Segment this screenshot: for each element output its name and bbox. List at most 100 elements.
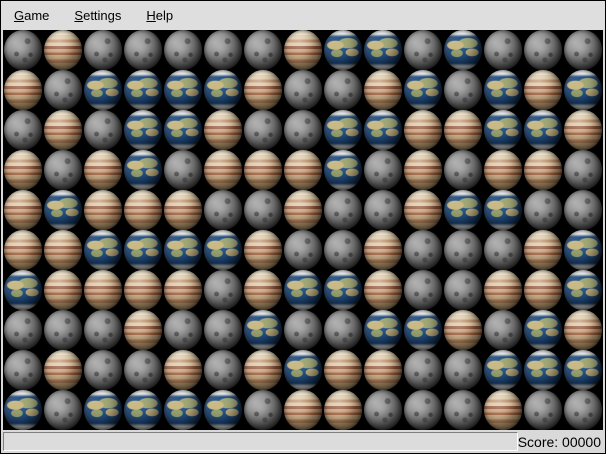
- ball-earth[interactable]: [123, 150, 163, 190]
- ball-jupiter[interactable]: [523, 70, 563, 110]
- ball-moon[interactable]: [443, 70, 483, 110]
- ball-moon[interactable]: [563, 190, 603, 230]
- ball-earth[interactable]: [483, 350, 523, 390]
- ball-earth[interactable]: [483, 190, 523, 230]
- ball-moon[interactable]: [3, 310, 43, 350]
- ball-jupiter[interactable]: [203, 150, 243, 190]
- ball-moon[interactable]: [83, 110, 123, 150]
- ball-earth[interactable]: [523, 110, 563, 150]
- ball-moon[interactable]: [363, 190, 403, 230]
- ball-moon[interactable]: [43, 150, 83, 190]
- ball-jupiter[interactable]: [43, 350, 83, 390]
- menu-game[interactable]: Game: [11, 6, 52, 25]
- ball-moon[interactable]: [3, 110, 43, 150]
- ball-earth[interactable]: [523, 350, 563, 390]
- ball-jupiter[interactable]: [403, 150, 443, 190]
- ball-jupiter[interactable]: [483, 390, 523, 430]
- ball-moon[interactable]: [43, 70, 83, 110]
- ball-moon[interactable]: [203, 270, 243, 310]
- ball-moon[interactable]: [283, 70, 323, 110]
- ball-moon[interactable]: [203, 350, 243, 390]
- ball-earth[interactable]: [363, 30, 403, 70]
- ball-moon[interactable]: [403, 350, 443, 390]
- ball-jupiter[interactable]: [163, 350, 203, 390]
- ball-earth[interactable]: [203, 390, 243, 430]
- ball-moon[interactable]: [83, 310, 123, 350]
- ball-jupiter[interactable]: [323, 390, 363, 430]
- ball-moon[interactable]: [523, 190, 563, 230]
- ball-moon[interactable]: [563, 390, 603, 430]
- ball-jupiter[interactable]: [283, 190, 323, 230]
- ball-jupiter[interactable]: [323, 350, 363, 390]
- ball-earth[interactable]: [83, 70, 123, 110]
- ball-earth[interactable]: [363, 110, 403, 150]
- ball-moon[interactable]: [203, 30, 243, 70]
- ball-earth[interactable]: [283, 350, 323, 390]
- ball-jupiter[interactable]: [243, 150, 283, 190]
- ball-earth[interactable]: [363, 310, 403, 350]
- ball-earth[interactable]: [563, 70, 603, 110]
- ball-jupiter[interactable]: [203, 110, 243, 150]
- ball-earth[interactable]: [443, 190, 483, 230]
- ball-earth[interactable]: [123, 70, 163, 110]
- ball-moon[interactable]: [523, 30, 563, 70]
- ball-moon[interactable]: [523, 390, 563, 430]
- ball-earth[interactable]: [203, 230, 243, 270]
- ball-jupiter[interactable]: [163, 190, 203, 230]
- ball-jupiter[interactable]: [43, 270, 83, 310]
- ball-moon[interactable]: [443, 230, 483, 270]
- ball-jupiter[interactable]: [83, 270, 123, 310]
- ball-jupiter[interactable]: [563, 310, 603, 350]
- ball-moon[interactable]: [243, 390, 283, 430]
- menu-help[interactable]: Help: [143, 6, 176, 25]
- ball-moon[interactable]: [83, 30, 123, 70]
- ball-jupiter[interactable]: [563, 110, 603, 150]
- ball-jupiter[interactable]: [43, 230, 83, 270]
- ball-moon[interactable]: [43, 310, 83, 350]
- ball-jupiter[interactable]: [483, 150, 523, 190]
- ball-moon[interactable]: [283, 110, 323, 150]
- ball-earth[interactable]: [3, 390, 43, 430]
- ball-jupiter[interactable]: [243, 230, 283, 270]
- ball-moon[interactable]: [443, 150, 483, 190]
- ball-moon[interactable]: [443, 270, 483, 310]
- ball-earth[interactable]: [3, 270, 43, 310]
- menu-settings[interactable]: Settings: [71, 6, 124, 25]
- ball-jupiter[interactable]: [363, 230, 403, 270]
- ball-moon[interactable]: [403, 390, 443, 430]
- ball-jupiter[interactable]: [363, 270, 403, 310]
- ball-jupiter[interactable]: [483, 270, 523, 310]
- ball-earth[interactable]: [123, 390, 163, 430]
- ball-jupiter[interactable]: [3, 190, 43, 230]
- ball-jupiter[interactable]: [163, 270, 203, 310]
- ball-moon[interactable]: [123, 350, 163, 390]
- ball-moon[interactable]: [363, 390, 403, 430]
- ball-earth[interactable]: [483, 70, 523, 110]
- ball-jupiter[interactable]: [3, 230, 43, 270]
- ball-earth[interactable]: [323, 150, 363, 190]
- ball-moon[interactable]: [203, 310, 243, 350]
- ball-moon[interactable]: [483, 230, 523, 270]
- ball-jupiter[interactable]: [123, 310, 163, 350]
- ball-jupiter[interactable]: [363, 70, 403, 110]
- ball-moon[interactable]: [483, 310, 523, 350]
- ball-earth[interactable]: [83, 390, 123, 430]
- ball-earth[interactable]: [123, 230, 163, 270]
- ball-jupiter[interactable]: [83, 190, 123, 230]
- ball-jupiter[interactable]: [83, 150, 123, 190]
- ball-jupiter[interactable]: [443, 110, 483, 150]
- ball-moon[interactable]: [243, 110, 283, 150]
- ball-moon[interactable]: [363, 150, 403, 190]
- ball-moon[interactable]: [163, 30, 203, 70]
- ball-moon[interactable]: [283, 310, 323, 350]
- ball-jupiter[interactable]: [443, 310, 483, 350]
- ball-earth[interactable]: [323, 110, 363, 150]
- ball-jupiter[interactable]: [43, 110, 83, 150]
- ball-jupiter[interactable]: [283, 150, 323, 190]
- ball-earth[interactable]: [323, 30, 363, 70]
- ball-moon[interactable]: [563, 30, 603, 70]
- ball-earth[interactable]: [523, 310, 563, 350]
- ball-moon[interactable]: [123, 30, 163, 70]
- ball-earth[interactable]: [563, 230, 603, 270]
- ball-jupiter[interactable]: [243, 350, 283, 390]
